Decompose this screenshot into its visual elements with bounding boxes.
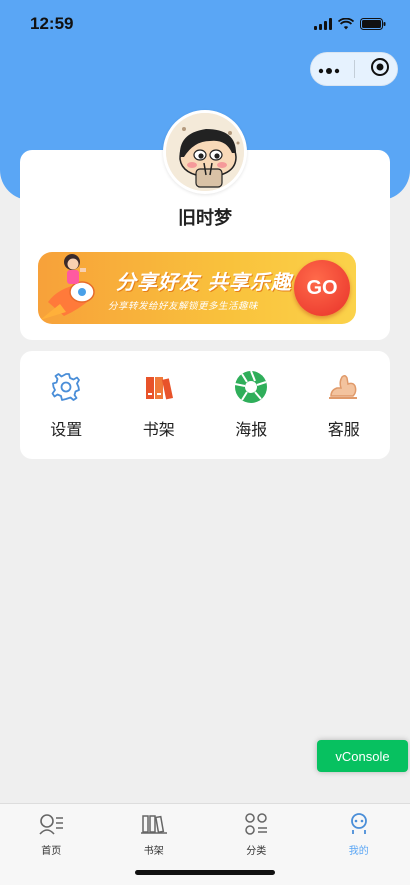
tab-label-home: 首页 (41, 846, 62, 857)
bookshelf-icon (142, 370, 176, 404)
battery-icon (360, 18, 386, 30)
books-icon (140, 812, 168, 840)
menu-label-poster: 海报 (235, 420, 268, 439)
status-bar: 12:59 (0, 0, 410, 48)
customer-service-icon (327, 370, 361, 404)
menu-item-poster[interactable]: 海报 (211, 370, 291, 440)
menu-label-settings: 设置 (50, 420, 83, 439)
shutter-icon (234, 370, 268, 404)
menu-item-bookshelf[interactable]: 书架 (119, 370, 199, 440)
status-time: 12:59 (30, 14, 74, 33)
share-banner[interactable]: 分享好友 共享乐趣 分享转发给好友解锁更多生活趣味 GO (38, 252, 356, 324)
username: 旧时梦 (178, 208, 232, 229)
gear-icon (49, 370, 83, 404)
category-icon (242, 812, 270, 840)
close-target-icon[interactable] (370, 57, 390, 81)
menu-card: 设置 书架 海报 客服 (20, 351, 390, 459)
tab-label-profile: 我的 (348, 846, 369, 857)
rocket-girl-illustration (40, 254, 95, 320)
more-icon[interactable] (318, 60, 340, 79)
go-button[interactable]: GO (294, 260, 350, 316)
tab-label-category: 分类 (246, 846, 267, 857)
home-indicator (135, 870, 275, 875)
tab-home[interactable]: 首页 (0, 804, 103, 885)
menu-item-customer-service[interactable]: 客服 (304, 370, 384, 440)
banner-subtitle: 分享转发给好友解锁更多生活趣味 (108, 301, 259, 312)
signal-icon (314, 18, 332, 30)
home-icon (37, 812, 65, 840)
banner-title: 分享好友 共享乐趣 (116, 270, 292, 294)
status-icons (314, 18, 386, 30)
menu-item-settings[interactable]: 设置 (26, 370, 106, 440)
menu-label-customer-service: 客服 (327, 420, 360, 439)
vconsole-button[interactable]: vConsole (317, 740, 408, 772)
tab-profile[interactable]: 我的 (308, 804, 410, 885)
profile-icon (345, 812, 373, 840)
tab-label-bookshelf: 书架 (143, 846, 164, 857)
menu-label-bookshelf: 书架 (142, 420, 175, 439)
avatar[interactable] (163, 110, 247, 194)
miniprogram-capsule (310, 52, 398, 86)
wifi-icon (338, 18, 354, 30)
capsule-divider (354, 60, 356, 78)
